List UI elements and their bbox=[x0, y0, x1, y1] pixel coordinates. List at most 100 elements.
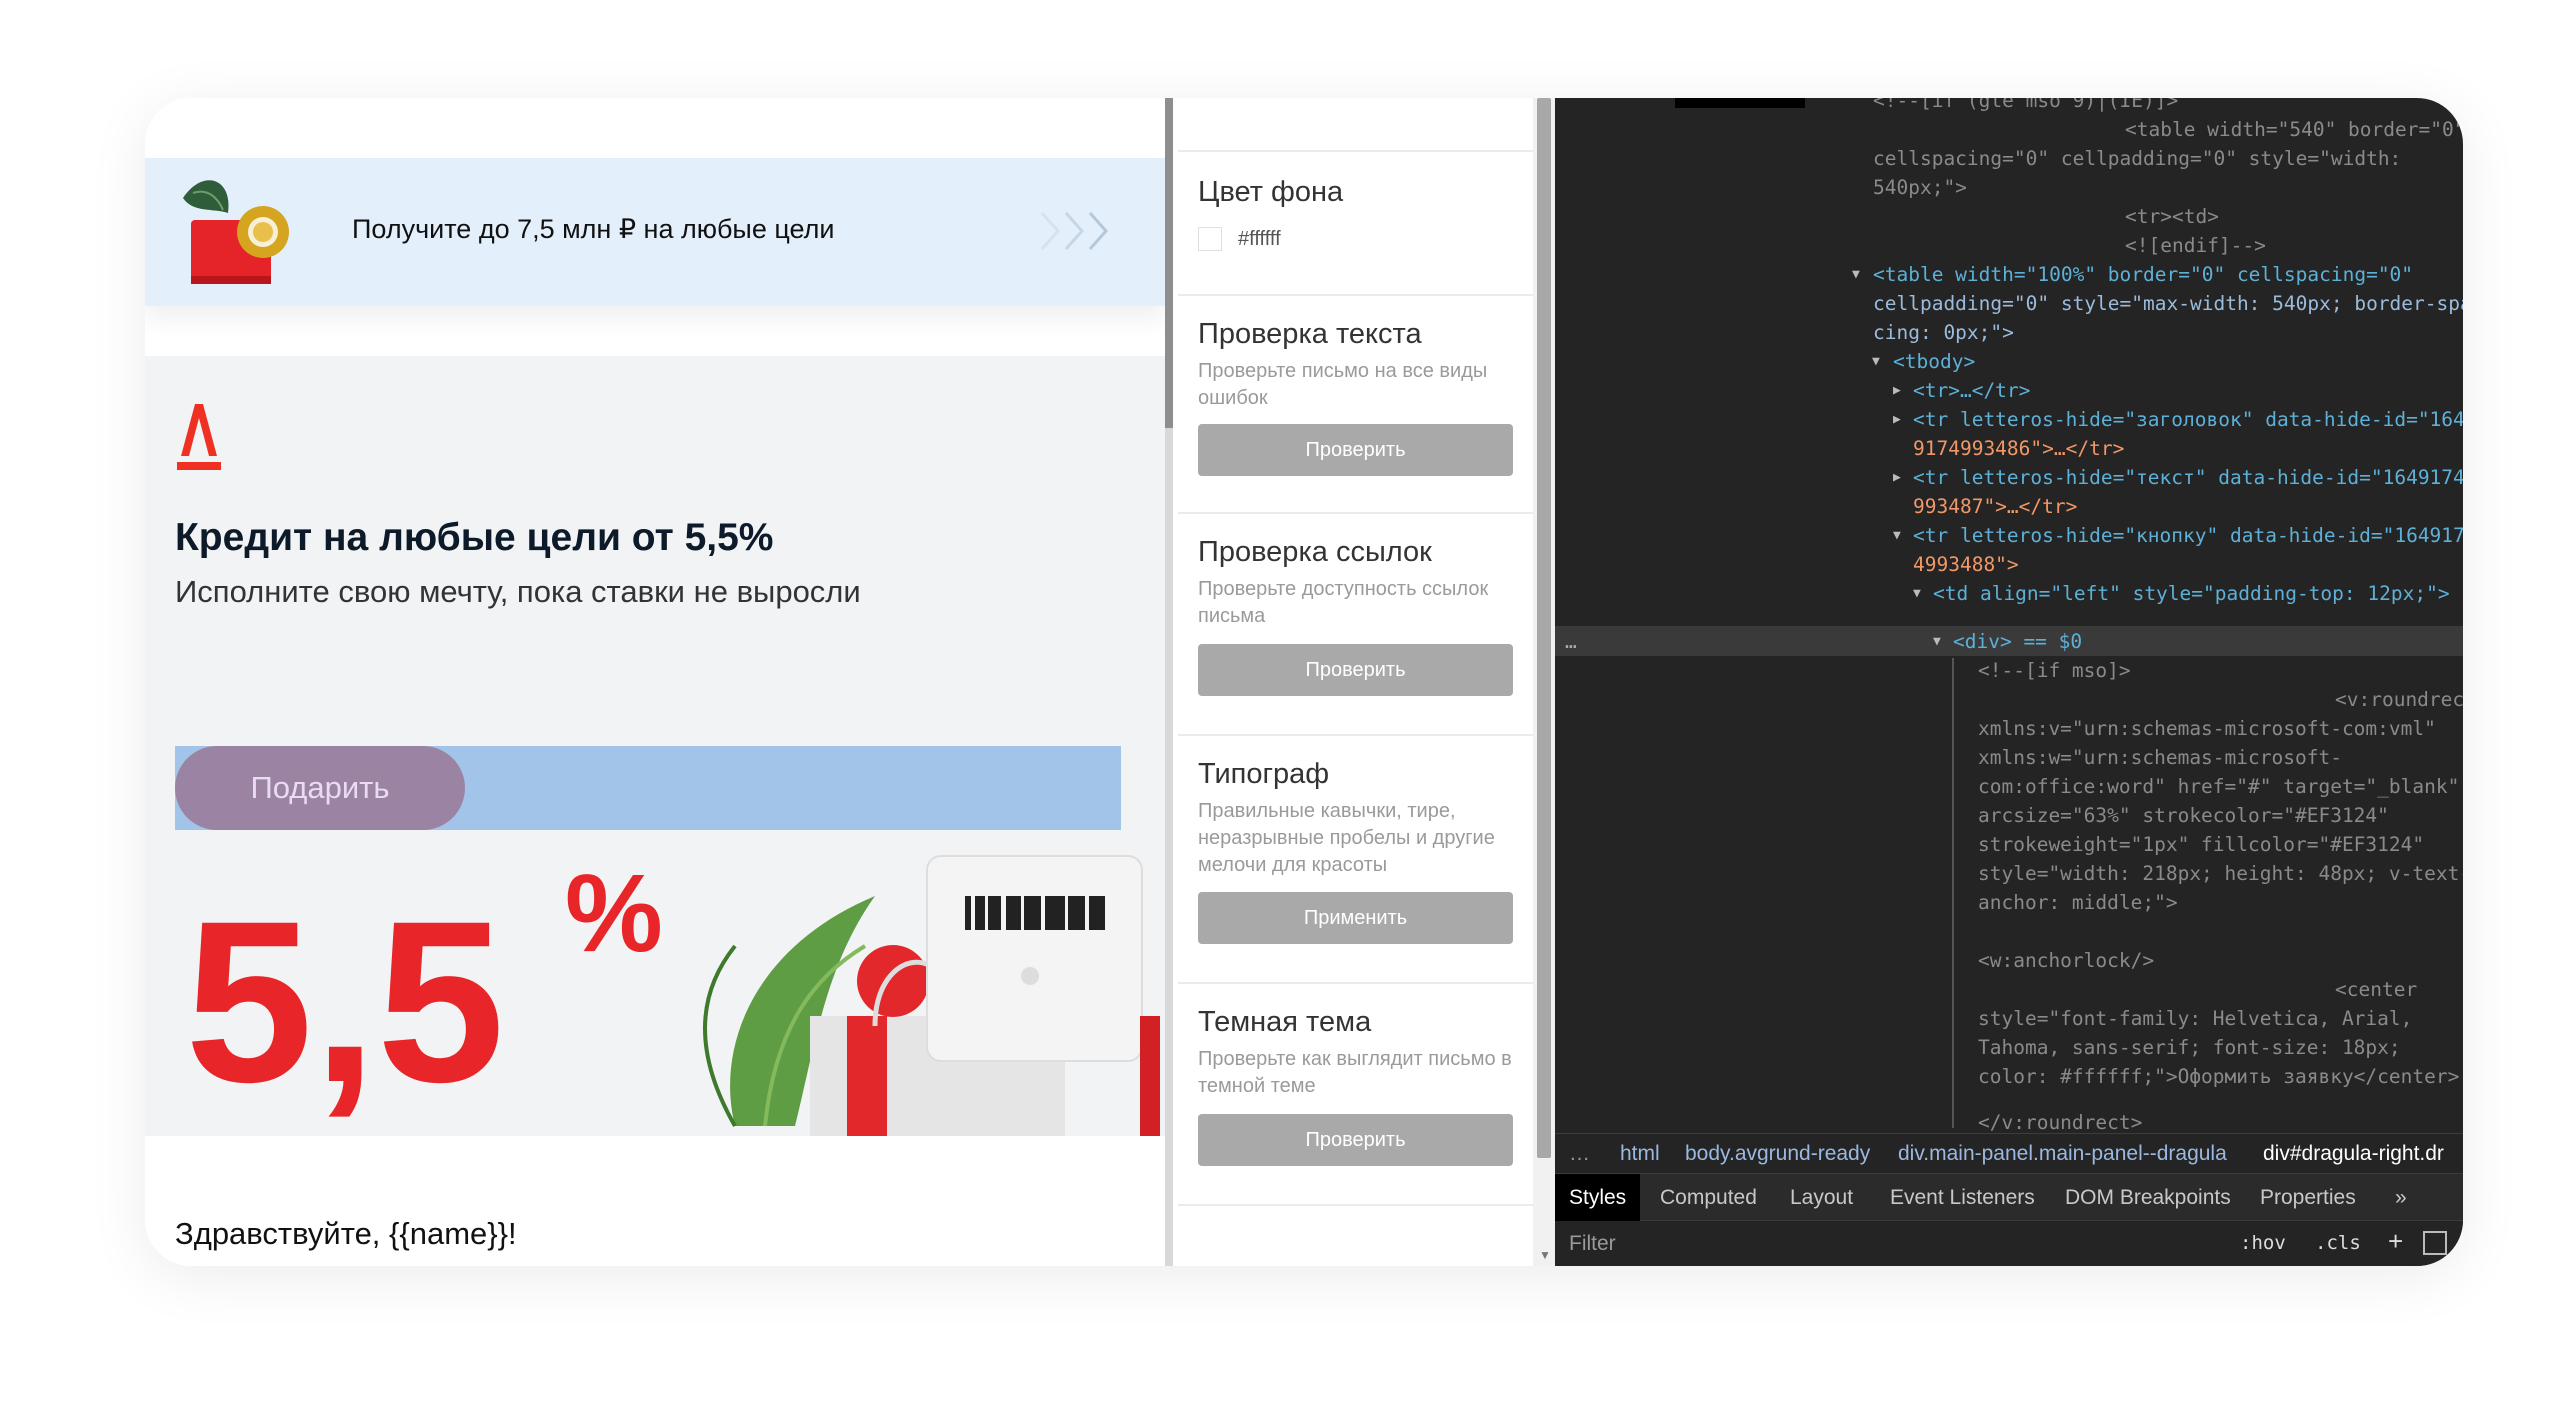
email-scrollbar-thumb[interactable] bbox=[1165, 98, 1173, 428]
code-line[interactable]: <tr><td> bbox=[2125, 202, 2219, 231]
cls-toggle[interactable]: .cls bbox=[2315, 1232, 2361, 1254]
expand-arrow-icon[interactable]: ▼ bbox=[1872, 347, 1880, 376]
typograph-button[interactable]: Применить bbox=[1198, 892, 1513, 944]
tab-event-listeners[interactable]: Event Listeners bbox=[1890, 1186, 2035, 1210]
hov-toggle[interactable]: :hov bbox=[2240, 1232, 2286, 1254]
typograph-desc: Правильные кавычки, тире, неразрывные пр… bbox=[1198, 800, 1495, 876]
link-check-desc: Проверьте доступность ссылок письма bbox=[1198, 578, 1489, 627]
code-line[interactable]: style="font-family: Helvetica, Arial, bbox=[1978, 1004, 2412, 1033]
code-line[interactable]: 9174993486">…</tr> bbox=[1913, 434, 2124, 463]
tools-scrollbar-thumb[interactable] bbox=[1537, 98, 1551, 1158]
collapse-arrow-icon[interactable]: ▶ bbox=[1893, 463, 1901, 492]
text-check-section: Проверка текста Проверьте письмо на все … bbox=[1178, 294, 1533, 512]
chevrons-right-icon bbox=[1040, 212, 1109, 250]
expand-arrow-icon[interactable]: ▼ bbox=[1913, 579, 1921, 608]
link-check-button[interactable]: Проверить bbox=[1198, 644, 1513, 696]
code-line[interactable]: <table width="100%" border="0" cellspaci… bbox=[1873, 260, 2413, 289]
styles-filter-bar: Filter :hov .cls + bbox=[1555, 1221, 2463, 1266]
tools-panel: Цвет фона #ffffff Проверка текста Провер… bbox=[1178, 98, 1533, 1266]
link-check-section: Проверка ссылок Проверьте доступность сс… bbox=[1178, 512, 1533, 734]
expand-arrow-icon[interactable]: ▼ bbox=[1893, 521, 1901, 550]
background-color-title: Цвет фона bbox=[1198, 176, 1344, 208]
devtools-panel: … <!--[if (gte mso 9)|(IE)]> <table widt… bbox=[1555, 98, 2463, 1266]
code-line[interactable]: cellpadding="0" style="max-width: 540px;… bbox=[1873, 289, 2463, 318]
expand-arrow-icon[interactable]: ▼ bbox=[1852, 260, 1860, 289]
tools-scrollbar[interactable]: ▼ bbox=[1533, 98, 1555, 1266]
code-line[interactable]: <tr letteros-hide="кнопку" data-hide-id=… bbox=[1913, 521, 2463, 550]
code-line[interactable]: <center bbox=[2335, 975, 2417, 1004]
code-line[interactable]: <td align="left" style="padding-top: 12p… bbox=[1933, 579, 2450, 608]
row-options-icon[interactable]: … bbox=[1565, 627, 1577, 656]
code-line[interactable]: anchor: middle;"> bbox=[1978, 888, 2178, 917]
tab-properties[interactable]: Properties bbox=[2260, 1186, 2356, 1210]
breadcrumb-item-current[interactable]: div#dragula-right.dr bbox=[2263, 1142, 2444, 1166]
scroll-down-arrow-icon[interactable]: ▼ bbox=[1539, 1248, 1551, 1262]
dark-theme-title: Темная тема bbox=[1198, 1006, 1372, 1038]
panel-divider bbox=[1178, 1204, 1533, 1266]
expand-arrow-icon[interactable]: ▼ bbox=[1933, 627, 1941, 656]
collapse-arrow-icon[interactable]: ▶ bbox=[1893, 376, 1901, 405]
text-check-button[interactable]: Проверить bbox=[1198, 424, 1513, 476]
code-line[interactable]: style="width: 218px; height: 48px; v-tex… bbox=[1978, 859, 2463, 888]
breadcrumb-item[interactable]: body.avgrund-ready bbox=[1685, 1142, 1870, 1166]
banner-text: Получите до 7,5 млн ₽ на любые цели bbox=[352, 214, 835, 244]
breadcrumb-item[interactable]: div.main-panel.main-panel--dragula bbox=[1898, 1142, 2227, 1166]
filter-input[interactable]: Filter bbox=[1569, 1232, 1616, 1256]
code-line[interactable]: <w:anchorlock/> bbox=[1978, 946, 2154, 975]
breadcrumb-ellipsis[interactable]: … bbox=[1569, 1142, 1590, 1166]
color-swatch[interactable] bbox=[1198, 227, 1222, 251]
background-color-section: Цвет фона #ffffff bbox=[1178, 150, 1533, 294]
email-scrollbar[interactable] bbox=[1165, 98, 1173, 1266]
code-line[interactable]: color: #ffffff;">Оформить заявку</center… bbox=[1978, 1062, 2459, 1091]
tab-dom-breakpoints[interactable]: DOM Breakpoints bbox=[2065, 1186, 2231, 1210]
email-preview: Получите до 7,5 млн ₽ на любые цели Кред… bbox=[145, 98, 1165, 1266]
code-line[interactable]: <tr letteros-hide="текст" data-hide-id="… bbox=[1913, 463, 2463, 492]
code-line[interactable]: <![endif]--> bbox=[2125, 231, 2266, 260]
promo-banner[interactable]: Получите до 7,5 млн ₽ на любые цели bbox=[145, 158, 1165, 306]
rate-hero-image: 5,5 % bbox=[185, 852, 1160, 1136]
code-line[interactable]: xmlns:v="urn:schemas-microsoft-com:vml" bbox=[1978, 714, 2436, 743]
code-line[interactable]: strokeweight="1px" fillcolor="#EF3124" bbox=[1978, 830, 2424, 859]
code-line[interactable]: <!--[if mso]> bbox=[1978, 656, 2131, 685]
code-line[interactable]: cing: 0px;"> bbox=[1873, 318, 2014, 347]
code-line[interactable]: xmlns:w="urn:schemas-microsoft- bbox=[1978, 743, 2342, 772]
tab-computed[interactable]: Computed bbox=[1660, 1186, 1757, 1210]
code-line[interactable]: <tr>…</tr> bbox=[1913, 376, 2030, 405]
styles-tabbar: Styles Computed Layout Event Listeners D… bbox=[1555, 1173, 2463, 1222]
code-line[interactable]: <v:roundrect bbox=[2335, 685, 2463, 714]
more-tabs-icon[interactable]: » bbox=[2395, 1186, 2407, 1210]
dark-theme-button[interactable]: Проверить bbox=[1198, 1114, 1513, 1166]
rate-big-text: 5,5 bbox=[185, 873, 505, 1130]
text-check-title: Проверка текста bbox=[1198, 318, 1422, 350]
collapse-arrow-icon[interactable]: ▶ bbox=[1893, 405, 1901, 434]
text-check-desc: Проверьте письмо на все виды ошибок bbox=[1198, 360, 1488, 409]
code-line[interactable]: <tbody> bbox=[1893, 347, 1975, 376]
dark-theme-section: Темная тема Проверьте как выглядит письм… bbox=[1178, 982, 1533, 1204]
code-line[interactable]: arcsize="63%" strokecolor="#EF3124" bbox=[1978, 801, 2389, 830]
code-line[interactable]: com:office:word" href="#" target="_blank… bbox=[1978, 772, 2459, 801]
rate-percent-text: % bbox=[565, 852, 663, 975]
code-line[interactable]: cellspacing="0" cellpadding="0" style="w… bbox=[1873, 144, 2401, 173]
dark-theme-desc: Проверьте как выглядит письмо в темной т… bbox=[1198, 1048, 1512, 1097]
tab-layout[interactable]: Layout bbox=[1790, 1186, 1853, 1210]
code-line[interactable]: <!--[if (gte mso 9)|(IE)]> bbox=[1873, 98, 2178, 115]
link-check-title: Проверка ссылок bbox=[1198, 536, 1432, 568]
code-line[interactable]: <tr letteros-hide="заголовок" data-hide-… bbox=[1913, 405, 2463, 434]
code-line[interactable]: 993487">…</tr> bbox=[1913, 492, 2077, 521]
gift-bag-icon bbox=[183, 180, 289, 284]
toggle-sidebar-icon[interactable] bbox=[2423, 1231, 2447, 1255]
code-line[interactable]: 540px;"> bbox=[1873, 173, 1967, 202]
cta-button[interactable]: Подарить bbox=[175, 746, 465, 830]
code-line[interactable]: <div> == $0 bbox=[1953, 627, 2082, 656]
add-rule-icon[interactable]: + bbox=[2388, 1226, 2403, 1257]
typograph-title: Типограф bbox=[1198, 758, 1330, 790]
code-line[interactable]: </v:roundrect> bbox=[1978, 1108, 2142, 1133]
code-line[interactable]: 4993488"> bbox=[1913, 550, 2019, 579]
code-line[interactable]: <table width="540" border="0" bbox=[2125, 115, 2463, 144]
elements-tree[interactable]: … <!--[if (gte mso 9)|(IE)]> <table widt… bbox=[1555, 98, 2463, 1133]
breadcrumb-item[interactable]: html bbox=[1620, 1142, 1660, 1166]
typograph-section: Типограф Правильные кавычки, тире, нераз… bbox=[1178, 734, 1533, 982]
code-line[interactable]: Tahoma, sans-serif; font-size: 18px; bbox=[1978, 1033, 2401, 1062]
color-value[interactable]: #ffffff bbox=[1238, 228, 1281, 251]
tab-styles[interactable]: Styles bbox=[1555, 1174, 1641, 1222]
